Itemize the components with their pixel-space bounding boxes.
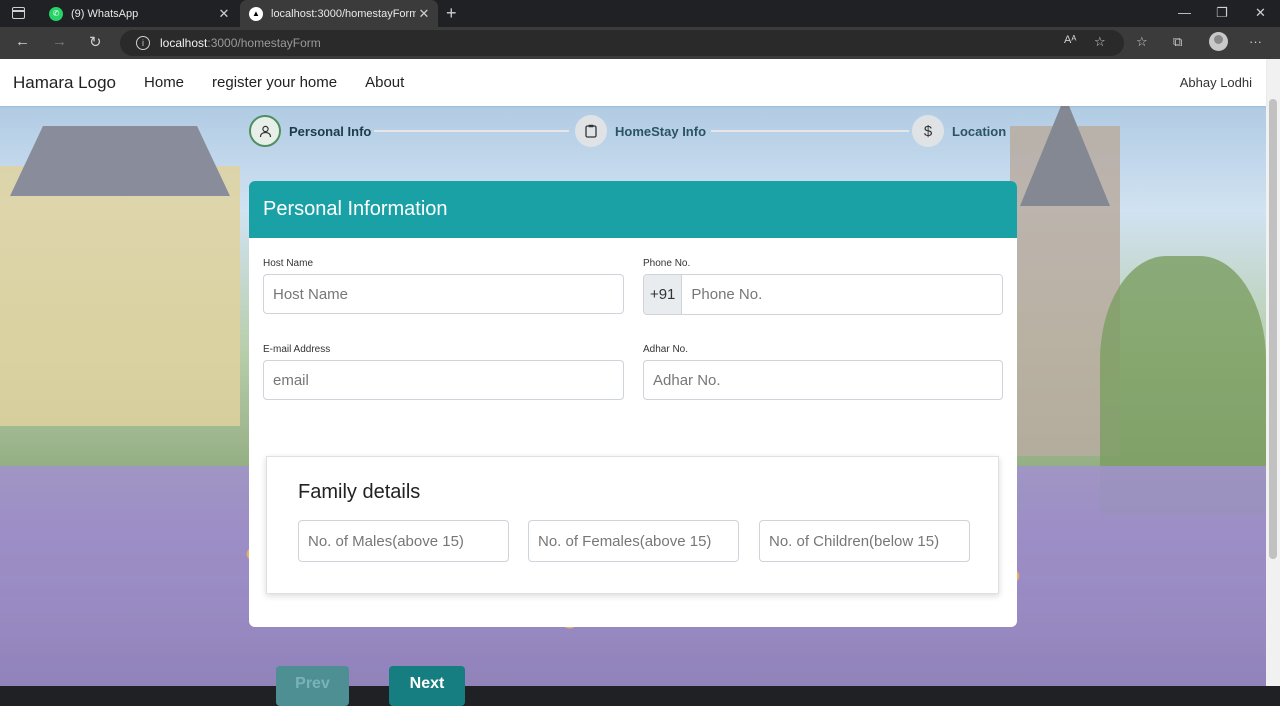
card-header: Personal Information [249, 181, 1017, 238]
host-name-label: Host Name [263, 258, 314, 269]
close-window-icon[interactable]: ✕ [1255, 5, 1266, 21]
site-navbar: Hamara Logo Home register your home Abou… [0, 59, 1266, 106]
next-button[interactable]: Next [389, 666, 465, 706]
clipboard-icon [575, 115, 607, 147]
restore-icon[interactable]: ❐ [1216, 5, 1228, 21]
nav-link-register-home[interactable]: register your home [212, 74, 337, 91]
nextjs-favicon-icon: ▲ [249, 6, 263, 21]
more-menu-icon[interactable]: ··· [1249, 34, 1262, 49]
tab-whatsapp[interactable]: ✆ (9) WhatsApp ✕ [40, 0, 238, 27]
form-stepper: Personal Info HomeStay Info $ Location [249, 115, 1009, 149]
page-scrollbar[interactable] [1266, 59, 1280, 686]
reload-icon[interactable]: ↻ [89, 33, 102, 51]
step-personal-info[interactable]: Personal Info [249, 115, 371, 147]
family-details-panel: Family details No. of Males(above 15) No… [266, 456, 999, 594]
nav-link-about[interactable]: About [365, 74, 404, 91]
page-viewport: Hamara Logo Home register your home Abou… [0, 59, 1280, 686]
favorites-icon[interactable]: ☆ [1136, 34, 1148, 50]
stepper-connector [711, 130, 909, 132]
address-host: localhost [160, 36, 208, 50]
phone-input-group: +91 Phone No. [643, 274, 1003, 315]
step-label: Location [952, 123, 1007, 139]
adhar-input[interactable]: Adhar No. [643, 360, 1003, 400]
stepper-connector [374, 130, 569, 132]
step-homestay-info[interactable]: HomeStay Info [575, 115, 706, 147]
dollar-icon: $ [912, 115, 944, 147]
browser-toolbar: ← → ↻ i localhost:3000/homestayForm Aᴬ ☆… [0, 27, 1280, 59]
read-aloud-icon[interactable]: Aᴬ [1064, 34, 1076, 46]
host-name-group: Host Name Host Name [263, 258, 624, 314]
user-icon [249, 115, 281, 147]
children-input[interactable]: No. of Children(below 15) [759, 520, 970, 562]
address-path: :3000/homestayForm [207, 36, 321, 50]
prev-button[interactable]: Prev [276, 666, 349, 706]
profile-avatar[interactable] [1209, 32, 1228, 51]
add-favorite-icon[interactable]: ☆ [1094, 34, 1106, 50]
scrollbar-thumb[interactable] [1269, 99, 1277, 559]
adhar-label: Adhar No. [643, 344, 689, 355]
step-label: Personal Info [289, 123, 372, 139]
address-bar[interactable]: i localhost:3000/homestayForm [120, 30, 1124, 56]
males-input[interactable]: No. of Males(above 15) [298, 520, 509, 562]
tab-title: (9) WhatsApp [71, 7, 139, 20]
close-tab-icon[interactable]: ✕ [216, 6, 232, 22]
minimize-icon[interactable]: — [1178, 5, 1191, 20]
browser-tab-strip: ✆ (9) WhatsApp ✕ ▲ localhost:3000/homest… [0, 0, 1280, 27]
whatsapp-icon: ✆ [49, 6, 63, 21]
step-label: HomeStay Info [615, 123, 707, 139]
tab-homestay-form[interactable]: ▲ localhost:3000/homestayForm ✕ [240, 0, 438, 27]
email-input[interactable]: email [263, 360, 624, 400]
forward-icon[interactable]: → [52, 33, 67, 50]
brand-logo[interactable]: Hamara Logo [13, 73, 116, 93]
family-details-title: Family details [298, 481, 421, 503]
back-icon[interactable]: ← [15, 33, 30, 50]
host-name-input[interactable]: Host Name [263, 274, 624, 314]
collections-icon[interactable]: ⧉ [1173, 34, 1182, 50]
card-title: Personal Information [263, 198, 448, 220]
email-label: E-mail Address [263, 344, 331, 355]
new-tab-icon[interactable]: + [446, 3, 457, 24]
phone-input[interactable]: Phone No. [682, 275, 1002, 314]
close-tab-icon[interactable]: ✕ [416, 6, 432, 22]
tab-actions-icon[interactable] [12, 7, 25, 19]
step-location[interactable]: $ Location [912, 115, 1006, 147]
females-input[interactable]: No. of Females(above 15) [528, 520, 739, 562]
adhar-group: Adhar No. Adhar No. [643, 344, 1003, 400]
email-group: E-mail Address email [263, 344, 624, 400]
phone-prefix: +91 [644, 275, 683, 314]
personal-info-card: Personal Information Host Name Host Name… [249, 181, 1017, 627]
phone-label: Phone No. [643, 258, 691, 269]
phone-group: Phone No. +91 Phone No. [643, 258, 1003, 315]
nav-link-home[interactable]: Home [144, 74, 184, 91]
user-name[interactable]: Abhay Lodhi [1180, 75, 1252, 90]
site-info-icon[interactable]: i [136, 36, 150, 50]
tab-title: localhost:3000/homestayForm [271, 7, 416, 20]
